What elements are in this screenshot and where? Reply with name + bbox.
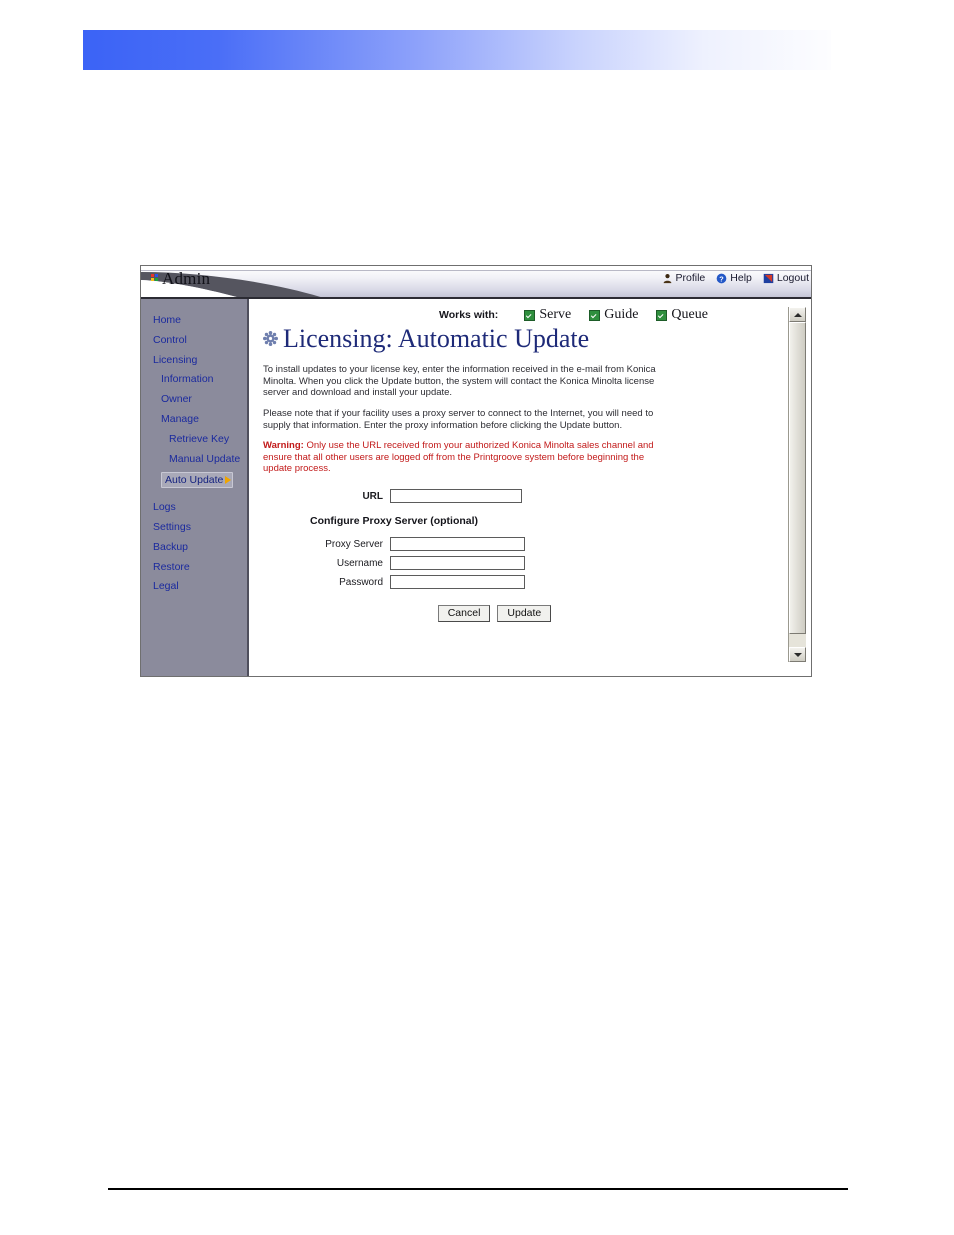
proxy-server-input[interactable] [390,537,525,552]
proxy-section-heading: Configure Proxy Server (optional) [310,515,479,528]
warning-prefix: Warning: [263,440,304,452]
works-with-serve: Serve [524,307,571,323]
username-row: Username [273,556,774,571]
username-input[interactable] [390,556,525,571]
checkbox-checked-icon [589,309,601,321]
sidebar-item-information[interactable]: Information [141,370,247,390]
person-icon [663,273,671,283]
sidebar-item-owner[interactable]: Owner [141,390,247,410]
intro-paragraph-1: To install updates to your license key, … [263,364,656,399]
four-color-dots-logo [151,274,160,283]
active-arrow-icon [225,476,232,485]
app-header-bar: Admin Profile ? Help Logout [141,266,811,299]
scrollbar-thumb[interactable] [789,322,806,634]
intro-paragraph-2: Please note that if your facility uses a… [263,408,654,431]
logout-label: Logout [776,272,809,284]
page-top-banner [83,30,831,70]
sidebar-item-auto-update[interactable]: Auto Update [161,472,234,489]
sidebar-item-logs[interactable]: Logs [141,498,247,518]
scrollbar-track[interactable] [789,322,806,647]
help-question-icon: ? [716,273,727,283]
sidebar-item-retrieve-key[interactable]: Retrieve Key [141,430,247,450]
update-button[interactable]: Update [497,605,552,623]
warning-body: Only use the URL received from your auth… [263,440,654,475]
sidebar-item-manage[interactable]: Manage [141,410,247,430]
sidebar-item-manual-update[interactable]: Manual Update [141,450,247,470]
works-with-serve-label: Serve [539,307,572,322]
warning-message: Warning: Only use the URL received from … [263,440,658,475]
form-buttons: Cancel Update [273,605,774,623]
checkbox-checked-icon [524,309,536,321]
content-area: Works with: Serve Guide Queue Licensing:… [249,299,811,676]
cancel-button[interactable]: Cancel [437,605,491,623]
url-input[interactable] [390,489,522,504]
works-with-queue: Queue [656,307,708,323]
page-title-text: Licensing: Automatic Update [283,324,590,353]
username-label: Username [336,557,383,569]
proxy-server-row: Proxy Server [273,537,774,552]
works-with-guide-label: Guide [604,307,639,322]
sidebar-item-control[interactable]: Control [141,331,247,351]
password-row: Password [273,575,774,590]
url-row: URL [273,489,774,504]
works-with-queue-label: Queue [671,307,708,322]
checkbox-checked-icon [656,309,668,321]
help-button[interactable]: ? Help [716,272,752,284]
update-form: URL Configure Proxy Server (optional) Pr… [263,489,774,623]
password-input[interactable] [390,575,525,590]
sidebar-item-legal[interactable]: Legal [141,577,247,597]
profile-button[interactable]: Profile [662,272,706,284]
triangle-down-icon [793,652,802,657]
scroll-up-button[interactable] [789,307,806,322]
works-with-bar: Works with: Serve Guide Queue [263,307,774,323]
sidebar-item-restore[interactable]: Restore [141,558,247,578]
proxy-server-label: Proxy Server [325,538,383,550]
gear-icon [263,331,278,347]
logout-button[interactable]: Logout [763,272,809,284]
works-with-guide: Guide [589,307,638,323]
sidebar-item-settings[interactable]: Settings [141,518,247,538]
app-body: Home Control Licensing Information Owner… [141,299,811,676]
sidebar-item-backup[interactable]: Backup [141,538,247,558]
works-with-label: Works with: [439,309,499,321]
password-label: Password [339,576,383,588]
sidebar-item-home[interactable]: Home [141,311,247,331]
app-title-text: Admin [162,269,211,288]
svg-text:?: ? [720,274,725,283]
vertical-scrollbar[interactable] [788,307,806,662]
application-window: Admin Profile ? Help Logout Home Control… [140,265,812,677]
sidebar-item-auto-update-label: Auto Update [165,474,224,487]
url-label: URL [362,490,383,502]
page-title: Licensing: Automatic Update [263,325,774,352]
main-content: Works with: Serve Guide Queue Licensing:… [249,299,788,676]
triangle-up-icon [793,312,802,317]
page-bottom-rule [108,1188,848,1190]
logout-icon [763,273,774,283]
sidebar-item-licensing[interactable]: Licensing [141,351,247,371]
profile-label: Profile [675,272,706,284]
sidebar-navigation: Home Control Licensing Information Owner… [141,299,249,676]
app-title: Admin [151,269,210,289]
scroll-down-button[interactable] [789,647,806,662]
help-label: Help [730,272,752,284]
header-tools: Profile ? Help Logout [662,272,812,284]
